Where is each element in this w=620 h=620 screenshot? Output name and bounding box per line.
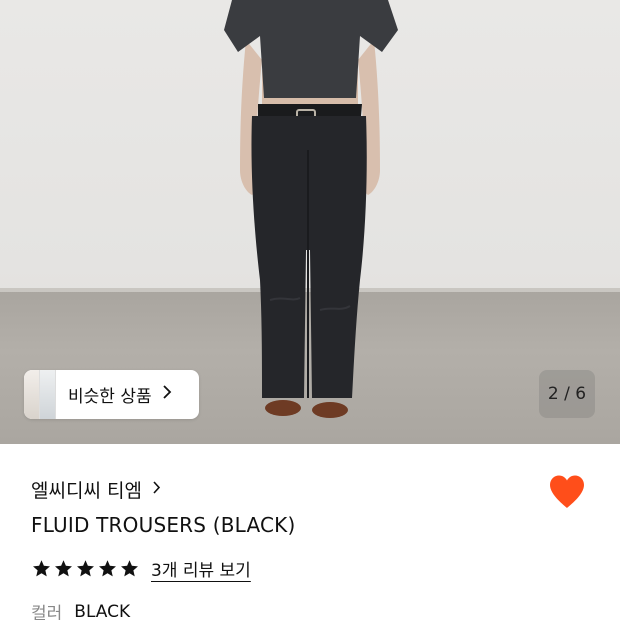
brand-link[interactable]: 엘씨디씨 티엠 [31,476,161,503]
star-icon [99,560,116,577]
star-icon [55,560,72,577]
chevron-right-icon [162,384,172,405]
similar-thumbnail [40,370,56,419]
star-icon [121,560,138,577]
star-rating [32,559,139,578]
product-title: FLUID TROUSERS (BLACK) [31,513,296,537]
brand-name: 엘씨디씨 티엠 [31,480,142,502]
similar-products-button[interactable]: 비슷한 상품 [24,370,199,419]
color-option-row: 컬러 BLACK [31,599,130,620]
similar-products-thumbnails [24,370,56,419]
color-value: BLACK [74,601,131,620]
star-icon [33,560,50,577]
similar-products-label: 비슷한 상품 [68,387,152,407]
star-icon [77,560,94,577]
chevron-right-icon [152,480,161,500]
review-link[interactable]: 3개 리뷰 보기 [151,556,251,581]
wishlist-heart-button[interactable] [548,474,586,510]
image-counter: 2 / 6 [539,370,595,418]
product-image-gallery[interactable]: 비슷한 상품 2 / 6 [0,0,620,444]
color-label: 컬러 [31,604,63,620]
heart-icon [550,475,584,508]
similar-thumbnail [24,370,40,419]
rating-row: 3개 리뷰 보기 [32,556,251,581]
